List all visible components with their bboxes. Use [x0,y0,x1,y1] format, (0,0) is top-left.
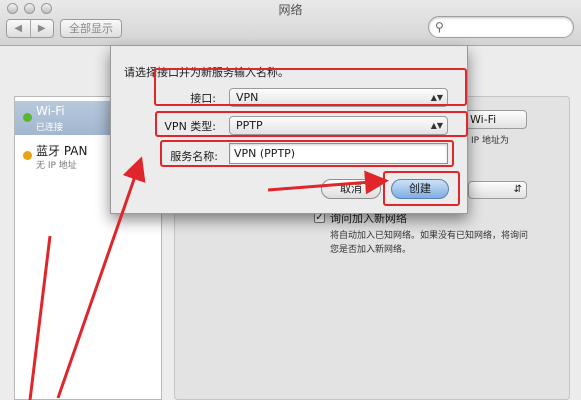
cancel-button[interactable]: 取消 [321,179,381,199]
wifi-toggle-button[interactable]: Wi-Fi [465,110,527,129]
window-toolbar: 网络 ◀ ▶ 全部显示 ⚲ [0,0,581,46]
interface-value: VPN [236,91,259,104]
vpn-type-popup[interactable]: PPTP ▲▼ [229,116,448,135]
service-name: 蓝牙 PAN [36,144,88,158]
updown-arrows-icon: ⇵ [513,184,522,195]
sheet-prompt: 请选择接口并为新服务输入名称。 [124,66,289,79]
vpn-type-value: PPTP [236,119,263,132]
back-forward-control[interactable]: ◀ ▶ [6,19,54,38]
network-name-popup[interactable]: ⇵ [468,181,527,199]
forward-icon[interactable]: ▶ [31,20,54,37]
magnifier-icon: ⚲ [435,20,444,34]
vpn-type-label: VPN 类型: [164,120,216,133]
back-icon[interactable]: ◀ [7,20,31,37]
service-status: 无 IP 地址 [36,161,77,171]
search-input[interactable]: ⚲ [428,16,574,38]
status-dot-icon [23,151,32,160]
service-name-field[interactable]: VPN (PPTP) [229,143,448,164]
interface-popup[interactable]: VPN ▲▼ [229,88,448,107]
service-name-label: 服务名称: [170,150,218,163]
create-button[interactable]: 创建 [391,179,449,199]
updown-arrows-icon: ▲▼ [430,93,443,102]
updown-arrows-icon: ▲▼ [430,121,443,130]
service-name: Wi-Fi [36,104,65,118]
ip-address-note: IP 地址为 [471,136,509,146]
show-all-button[interactable]: 全部显示 [60,19,122,38]
interface-label: 接口: [190,92,216,105]
service-status: 已连接 [36,123,64,133]
ask-join-description: 将自动加入已知网络。如果没有已知网络，将询问您是否加入新网络。 [330,231,529,255]
status-dot-icon [23,113,32,122]
